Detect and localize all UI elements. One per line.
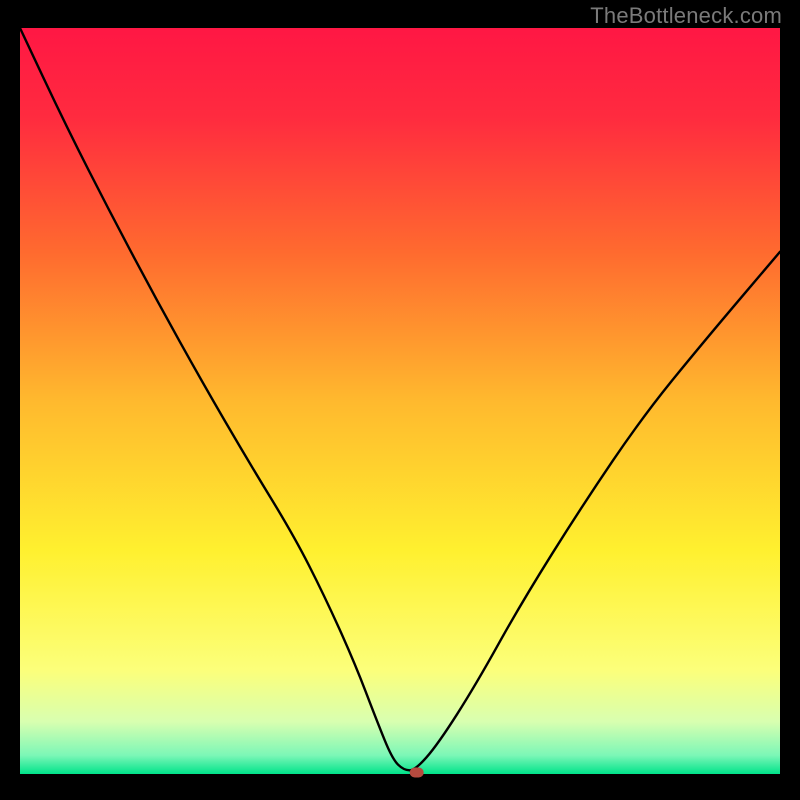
plot-background	[20, 28, 780, 774]
chart-frame: { "watermark": "TheBottleneck.com", "cha…	[0, 0, 800, 800]
bottleneck-chart	[0, 0, 800, 800]
watermark: TheBottleneck.com	[590, 3, 782, 29]
optimal-marker	[410, 768, 424, 778]
